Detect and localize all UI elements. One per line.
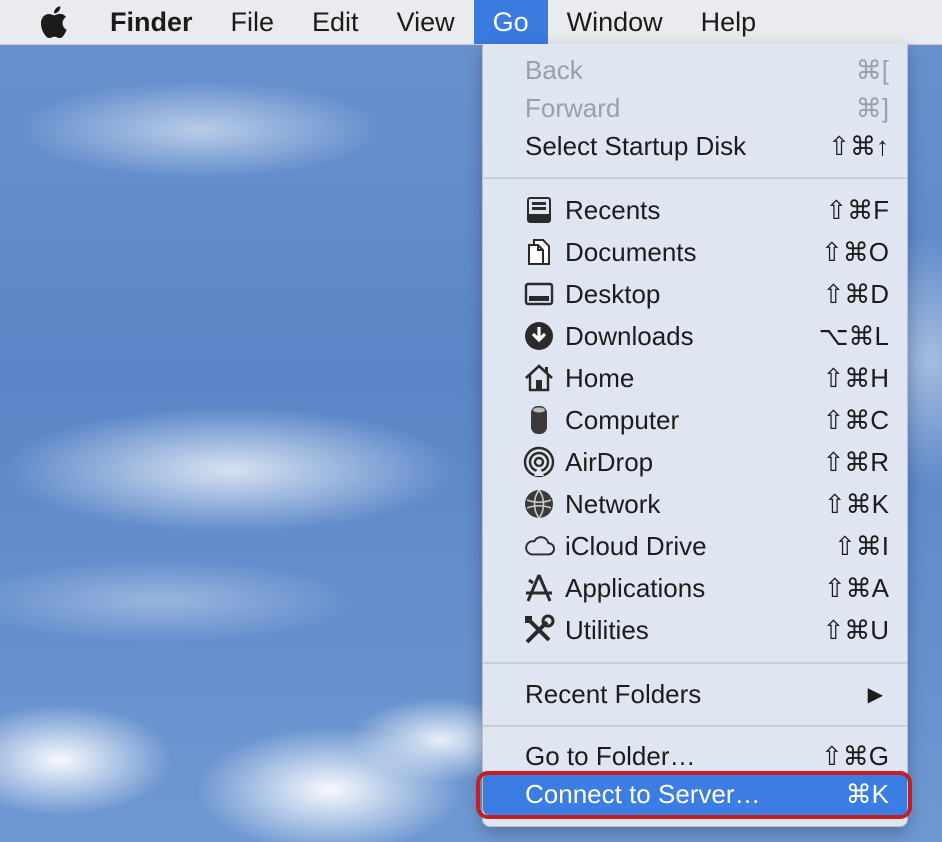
menu-file[interactable]: File [212,0,294,44]
menu-window[interactable]: Window [548,0,682,44]
menu-item-shortcut: ⇧⌘R [822,446,889,477]
menu-item-home[interactable]: Home ⇧⌘H [483,357,907,399]
submenu-arrow-icon: ▶ [867,683,883,706]
menu-item-computer[interactable]: Computer ⇧⌘C [483,399,907,441]
menu-view[interactable]: View [378,0,474,44]
menu-item-network[interactable]: Network ⇧⌘K [483,483,907,525]
menu-item-shortcut: ⇧⌘G [820,740,889,771]
computer-icon [523,406,555,434]
menu-item-label: Recents [565,194,661,225]
menu-item-shortcut: ⇧⌘H [822,362,889,393]
menu-item-label: Downloads [565,320,694,351]
menu-item-downloads[interactable]: Downloads ⌥⌘L [483,315,907,357]
network-icon [523,489,555,519]
menu-separator [483,725,907,727]
menu-item-airdrop[interactable]: AirDrop ⇧⌘R [483,441,907,483]
menu-separator [483,177,907,179]
utilities-icon [523,614,555,644]
menu-item-icloud-drive[interactable]: iCloud Drive ⇧⌘I [483,525,907,567]
menu-item-label: Documents [565,236,697,267]
home-icon [523,364,555,392]
menu-item-label: Select Startup Disk [525,130,747,161]
menu-item-label: iCloud Drive [565,530,707,561]
menu-item-label: Forward [525,92,621,123]
menu-item-label: Applications [565,572,706,603]
airdrop-icon [523,446,555,478]
menu-item-label: Back [525,54,583,85]
menu-item-select-startup-disk[interactable]: Select Startup Disk ⇧⌘↑ [483,125,907,167]
downloads-icon [523,322,555,350]
menu-item-shortcut: ⇧⌘O [820,236,889,267]
menu-item-label: Utilities [565,614,649,645]
menu-finder[interactable]: Finder [110,0,212,44]
apple-logo-icon[interactable] [0,0,110,44]
go-menu-dropdown: Back ⌘[ Forward ⌘] Select Startup Disk ⇧… [482,44,908,827]
menu-help[interactable]: Help [682,0,776,44]
menu-item-shortcut: ⇧⌘K [823,488,889,519]
menu-edit[interactable]: Edit [293,0,378,44]
menu-item-forward: Forward ⌘] [483,87,907,129]
menu-item-label: Computer [565,404,680,435]
documents-icon [523,238,555,266]
menu-item-documents[interactable]: Documents ⇧⌘O [483,231,907,273]
menu-item-label: Home [565,362,635,393]
icloud-icon [523,532,555,560]
menu-item-shortcut: ⇧⌘F [825,194,889,225]
menu-item-utilities[interactable]: Utilities ⇧⌘U [483,609,907,651]
menu-item-shortcut: ⇧⌘D [822,278,889,309]
menu-item-label: Desktop [565,278,661,309]
menu-item-shortcut: ⇧⌘C [822,404,889,435]
menu-item-shortcut: ⌘[ [855,54,889,85]
desktop-icon [523,280,555,308]
menu-item-label: AirDrop [565,446,654,477]
menu-item-recent-folders[interactable]: Recent Folders ▶ [483,673,907,715]
menu-bar: Finder File Edit View Go Window Help [0,0,942,45]
menu-item-applications[interactable]: Applications ⇧⌘A [483,567,907,609]
highlight-annotation-outline [476,771,912,819]
menu-item-label: Network [565,488,661,519]
applications-icon [523,574,555,602]
menu-item-label: Go to Folder… [525,740,696,771]
menu-item-label: Recent Folders [525,678,702,709]
menu-item-back: Back ⌘[ [483,49,907,91]
menu-item-shortcut: ⇧⌘U [822,614,889,645]
menu-item-shortcut: ⇧⌘↑ [828,130,889,161]
menu-item-shortcut: ⌘] [855,92,889,123]
menu-item-recents[interactable]: Recents ⇧⌘F [483,189,907,231]
menu-item-shortcut: ⇧⌘I [833,530,889,561]
menu-go[interactable]: Go [473,0,548,44]
menu-item-shortcut: ⇧⌘A [823,572,889,603]
menu-item-desktop[interactable]: Desktop ⇧⌘D [483,273,907,315]
menu-item-shortcut: ⌥⌘L [818,320,889,351]
menu-separator [483,662,907,664]
recents-icon [523,196,555,224]
